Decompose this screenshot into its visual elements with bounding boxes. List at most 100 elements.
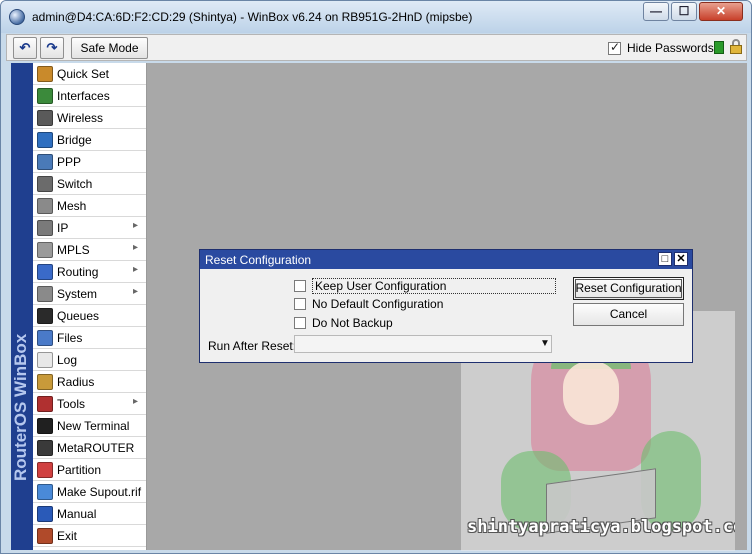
- no-default-config-checkbox[interactable]: [294, 298, 306, 310]
- secure-status-icon: [714, 41, 724, 54]
- sidebar-item-label: PPP: [57, 154, 82, 169]
- cancel-button[interactable]: Cancel: [573, 303, 684, 326]
- sidebar-item-ip[interactable]: IP ▸: [33, 217, 146, 239]
- safe-mode-button[interactable]: Safe Mode: [71, 37, 148, 59]
- sidebar-item-routing[interactable]: Routing ▸: [33, 261, 146, 283]
- sidebar-item-ppp[interactable]: PPP: [33, 151, 146, 173]
- radius-icon: [37, 373, 53, 390]
- undo-button[interactable]: ↶: [13, 37, 37, 59]
- supout-icon: [37, 483, 53, 500]
- sidebar-item-label: Make Supout.rif: [57, 484, 142, 499]
- winbox-window: admin@D4:CA:6D:F2:CD:29 (Shintya) - WinB…: [0, 0, 752, 554]
- redo-icon: ↷: [46, 40, 58, 55]
- sidebar-item-label: Manual: [57, 506, 97, 521]
- sidebar-item-partition[interactable]: Partition: [33, 459, 146, 481]
- sidebar-item-metarouter[interactable]: MetaROUTER: [33, 437, 146, 459]
- reset-configuration-button[interactable]: Reset Configuration: [573, 277, 684, 300]
- sidebar-item-exit[interactable]: Exit: [33, 525, 146, 547]
- dialog-title: Reset Configuration: [205, 253, 312, 267]
- queues-icon: [37, 307, 53, 324]
- system-icon: [37, 285, 53, 302]
- submenu-arrow-icon: ▸: [132, 286, 138, 297]
- mesh-icon: [37, 197, 53, 214]
- window-controls: — ☐ ✕: [643, 2, 743, 21]
- wireless-icon: [37, 109, 53, 126]
- sidebar-item-quick-set[interactable]: Quick Set: [33, 63, 146, 85]
- sidebar-item-bridge[interactable]: Bridge: [33, 129, 146, 151]
- hide-passwords-checkbox[interactable]: [608, 40, 621, 55]
- hide-passwords-label: Hide Passwords: [627, 41, 714, 55]
- log-icon: [37, 351, 53, 368]
- submenu-arrow-icon: ▸: [132, 220, 138, 231]
- sidebar-item-mesh[interactable]: Mesh: [33, 195, 146, 217]
- sidebar-item-label: Exit: [57, 528, 78, 543]
- files-icon: [37, 329, 53, 346]
- sidebar-item-tools[interactable]: Tools ▸: [33, 393, 146, 415]
- hide-passwords-toggle[interactable]: Hide Passwords: [608, 40, 714, 55]
- sidebar-item-radius[interactable]: Radius: [33, 371, 146, 393]
- redo-button[interactable]: ↷: [40, 37, 64, 59]
- dropdown-arrow-icon[interactable]: ▼: [540, 338, 550, 349]
- sidebar-item-make-supout-rif[interactable]: Make Supout.rif: [33, 481, 146, 503]
- dialog-close-button[interactable]: ✕: [674, 252, 688, 266]
- maximize-icon: ☐: [678, 4, 690, 18]
- sidebar-item-label: Wireless: [57, 110, 104, 125]
- minimize-icon: —: [650, 4, 662, 18]
- sidebar-item-new-terminal[interactable]: New Terminal: [33, 415, 146, 437]
- sidebar-item-files[interactable]: Files: [33, 327, 146, 349]
- sidebar-item-label: Log: [57, 352, 78, 367]
- sidebar-item-system[interactable]: System ▸: [33, 283, 146, 305]
- window-title: admin@D4:CA:6D:F2:CD:29 (Shintya) - WinB…: [32, 10, 473, 24]
- bridge-icon: [37, 131, 53, 148]
- keep-user-config-label: Keep User Configuration: [312, 278, 556, 294]
- metarouter-icon: [37, 439, 53, 456]
- dialog-title-bar[interactable]: Reset Configuration □ ✕: [200, 250, 692, 269]
- sidebar-item-label: IP: [57, 220, 69, 235]
- sidebar-item-wireless[interactable]: Wireless: [33, 107, 146, 129]
- close-button[interactable]: ✕: [699, 2, 743, 21]
- maximize-button[interactable]: ☐: [671, 2, 697, 21]
- quick-set-icon: [37, 65, 53, 82]
- do-not-backup-option[interactable]: Do Not Backup: [294, 316, 393, 330]
- sidebar-item-queues[interactable]: Queues: [33, 305, 146, 327]
- do-not-backup-label: Do Not Backup: [312, 316, 393, 330]
- sidebar-item-manual[interactable]: Manual: [33, 503, 146, 525]
- lock-icon: [729, 39, 743, 55]
- do-not-backup-checkbox[interactable]: [294, 317, 306, 329]
- winbox-app-icon: [9, 9, 25, 25]
- sidebar-item-switch[interactable]: Switch: [33, 173, 146, 195]
- submenu-arrow-icon: ▸: [132, 242, 138, 253]
- sidebar-item-label: Mesh: [57, 198, 87, 213]
- no-default-config-option[interactable]: No Default Configuration: [294, 297, 443, 311]
- partition-icon: [37, 461, 53, 478]
- sidebar-item-label: New Terminal: [57, 418, 130, 433]
- undo-icon: ↶: [19, 40, 31, 55]
- close-icon: ✕: [676, 253, 686, 265]
- tools-icon: [37, 395, 53, 412]
- manual-icon: [37, 505, 53, 522]
- minimize-button[interactable]: —: [643, 2, 669, 21]
- sidebar-item-interfaces[interactable]: Interfaces: [33, 85, 146, 107]
- sidebar-menu: Quick Set Interfaces Wireless Bridge PPP Swit…: [33, 63, 147, 550]
- terminal-icon: [37, 417, 53, 434]
- interfaces-icon: [37, 87, 53, 104]
- sidebar-item-label: Partition: [57, 462, 102, 477]
- close-icon: ✕: [715, 4, 727, 18]
- sidebar-item-label: Interfaces: [57, 88, 110, 103]
- toolbar: ↶ ↷ Safe Mode Hide Passwords: [6, 34, 747, 61]
- sidebar-item-label: Radius: [57, 374, 95, 389]
- title-bar[interactable]: admin@D4:CA:6D:F2:CD:29 (Shintya) - WinB…: [1, 1, 751, 33]
- submenu-arrow-icon: ▸: [132, 264, 138, 275]
- sidebar-item-label: Tools: [57, 396, 86, 411]
- brand-label: RouterOS WinBox: [11, 333, 30, 481]
- sidebar-item-log[interactable]: Log: [33, 349, 146, 371]
- sidebar-item-label: Quick Set: [57, 66, 110, 81]
- sidebar-item-mpls[interactable]: MPLS ▸: [33, 239, 146, 261]
- keep-user-config-checkbox[interactable]: [294, 280, 306, 292]
- sidebar-item-label: Routing: [57, 264, 99, 279]
- run-after-reset-select[interactable]: [294, 335, 552, 353]
- keep-user-config-option[interactable]: Keep User Configuration: [294, 278, 556, 294]
- dialog-maximize-button[interactable]: □: [658, 252, 672, 266]
- maximize-icon: □: [661, 253, 669, 265]
- sidebar-item-label: Bridge: [57, 132, 92, 147]
